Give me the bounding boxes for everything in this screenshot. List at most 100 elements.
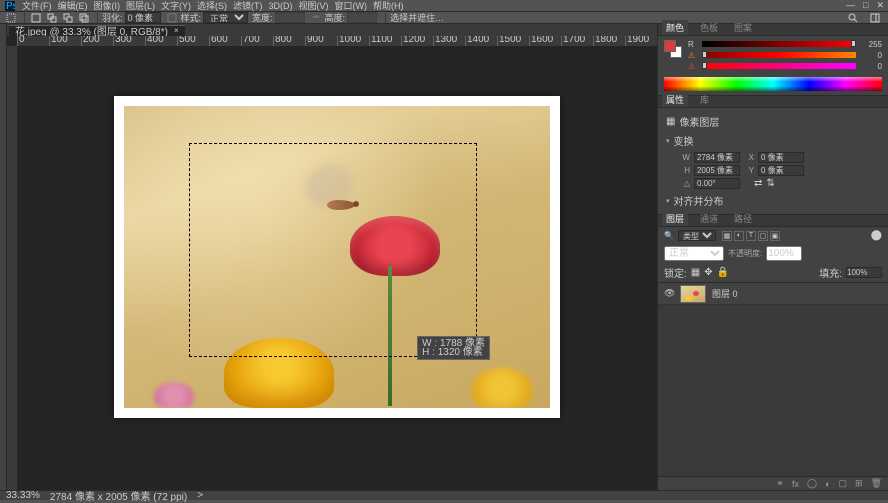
new-selection-icon[interactable] xyxy=(29,12,43,23)
lock-position-icon[interactable]: ✥ xyxy=(704,267,712,278)
color-swatches[interactable] xyxy=(664,40,682,58)
color-panel: R255 ⚠0 ⚠0 xyxy=(658,36,888,96)
pixel-layer-heading: ▦像素图层 xyxy=(666,112,880,131)
group-icon[interactable]: ▢ xyxy=(839,478,848,489)
current-tool-icon[interactable] xyxy=(4,12,18,23)
subtract-selection-icon[interactable] xyxy=(61,12,75,23)
ruler-horizontal[interactable]: 0100200300400500600700800900100011001200… xyxy=(17,36,657,46)
filter-pixel-icon[interactable]: ▦ xyxy=(722,231,732,241)
layers-list[interactable]: 👁 图层 0 xyxy=(658,283,888,476)
menu-select[interactable]: 选择(S) xyxy=(197,0,227,12)
blend-mode-select[interactable]: 正常 xyxy=(664,246,724,261)
filter-text-icon[interactable]: T xyxy=(746,231,756,241)
align-heading[interactable]: ▾对齐并分布 xyxy=(666,191,880,210)
delete-icon[interactable]: 🗑 xyxy=(871,478,882,489)
b-value[interactable]: 0 xyxy=(860,62,882,71)
properties-panel-tabs: 属性 库 xyxy=(658,96,888,108)
mask-icon[interactable]: ◯ xyxy=(807,478,817,489)
filter-toggle[interactable]: ⬤ xyxy=(871,230,882,241)
select-and-mask-button[interactable]: 选择并遮住… xyxy=(390,11,444,24)
search-icon[interactable] xyxy=(846,12,860,23)
tab-paths[interactable]: 路径 xyxy=(730,211,756,226)
layers-bottom-bar: ⚭ fx ◯ ◐ ▢ ⊞ 🗑 xyxy=(658,476,888,490)
angle-input[interactable] xyxy=(694,178,740,189)
maximize-button[interactable]: □ xyxy=(863,0,868,11)
yellow-flower-graphic xyxy=(224,338,334,408)
artboard[interactable]: W : 1788 像素 H : 1320 像素 xyxy=(114,96,560,418)
r-label: R xyxy=(688,40,698,49)
tab-close-icon[interactable]: × xyxy=(174,26,179,35)
image-content xyxy=(124,106,550,408)
prop-w-input[interactable] xyxy=(694,152,740,163)
right-panels: 颜色 色板 图案 R255 ⚠0 ⚠0 属性 库 ▦像素图层 ▾变换 xyxy=(657,24,888,490)
filter-adjust-icon[interactable]: ◐ xyxy=(734,231,744,241)
prop-x-label: X xyxy=(744,153,754,162)
foreground-swatch[interactable] xyxy=(664,40,676,52)
fill-label: 填充: xyxy=(819,265,842,280)
layer-thumbnail[interactable] xyxy=(680,285,706,303)
tab-properties[interactable]: 属性 xyxy=(662,92,688,107)
g-value[interactable]: 0 xyxy=(860,51,882,60)
prop-w-label: W xyxy=(680,153,690,162)
hue-strip[interactable] xyxy=(664,77,882,91)
link-icon[interactable] xyxy=(309,12,323,23)
tab-libraries[interactable]: 库 xyxy=(696,92,713,107)
tab-channels[interactable]: 通道 xyxy=(696,211,722,226)
prop-x-input[interactable] xyxy=(758,152,804,163)
intersect-selection-icon[interactable] xyxy=(77,12,91,23)
zoom-value[interactable]: 33.33% xyxy=(6,490,40,501)
workspace-icon[interactable] xyxy=(868,12,882,23)
link-layers-icon[interactable]: ⚭ xyxy=(776,478,784,489)
tab-swatches[interactable]: 色板 xyxy=(696,20,722,35)
tab-color[interactable]: 颜色 xyxy=(662,20,688,35)
opacity-input[interactable] xyxy=(766,246,802,261)
document-tab[interactable]: 花.jpeg @ 33.3% (图层 0, RGB/8*) × xyxy=(9,25,185,36)
filter-shape-icon[interactable]: ▢ xyxy=(758,231,768,241)
menu-file[interactable]: 文件(F) xyxy=(22,0,52,12)
close-button[interactable]: ✕ xyxy=(876,0,884,11)
flip-h-icon[interactable]: ⇄ xyxy=(754,178,762,189)
ruler-vertical[interactable] xyxy=(7,46,17,490)
filter-kind-select[interactable]: 类型 xyxy=(678,230,716,241)
adjust-layer-icon[interactable]: ◐ xyxy=(825,479,830,489)
filter-icon[interactable]: 🔍 xyxy=(664,231,674,240)
fill-input[interactable] xyxy=(846,267,882,278)
feather-input[interactable] xyxy=(125,12,161,23)
minimize-button[interactable]: — xyxy=(846,0,855,11)
layer-name[interactable]: 图层 0 xyxy=(712,287,738,300)
tab-layers[interactable]: 图层 xyxy=(662,211,688,226)
layers-panel: 🔍 类型 ▦ ◐ T ▢ ▣ ⬤ 正常 不透明度: 锁定: ▦ ✥ xyxy=(658,227,888,490)
menu-3d[interactable]: 3D(D) xyxy=(269,1,293,11)
antialias-checkbox[interactable] xyxy=(165,12,179,23)
layer-filter-buttons: ▦ ◐ T ▢ ▣ xyxy=(722,231,780,241)
menu-layer[interactable]: 图层(L) xyxy=(126,0,155,12)
yellow-flower2-graphic xyxy=(472,368,532,408)
filter-smart-icon[interactable]: ▣ xyxy=(770,231,780,241)
lock-label: 锁定: xyxy=(664,265,687,280)
transform-heading[interactable]: ▾变换 xyxy=(666,131,880,150)
b-slider[interactable] xyxy=(702,63,856,69)
r-slider[interactable] xyxy=(702,41,856,47)
flip-v-icon[interactable]: ⇅ xyxy=(766,178,774,189)
prop-h-input[interactable] xyxy=(694,165,740,176)
layer-item[interactable]: 👁 图层 0 xyxy=(658,283,888,305)
prop-y-label: Y xyxy=(744,166,754,175)
color-panel-tabs: 颜色 色板 图案 xyxy=(658,24,888,36)
g-slider[interactable] xyxy=(702,52,856,58)
fx-icon[interactable]: fx xyxy=(792,479,799,489)
add-selection-icon[interactable] xyxy=(45,12,59,23)
prop-y-input[interactable] xyxy=(758,165,804,176)
r-value[interactable]: 255 xyxy=(860,40,882,49)
visibility-icon[interactable]: 👁 xyxy=(664,288,674,299)
svg-text:Ps: Ps xyxy=(6,1,15,11)
canvas-area[interactable]: W : 1788 像素 H : 1320 像素 xyxy=(17,46,657,490)
tools-panel[interactable] xyxy=(0,24,7,490)
new-layer-icon[interactable]: ⊞ xyxy=(855,478,863,489)
menu-edit[interactable]: 编辑(E) xyxy=(58,0,88,12)
style-select[interactable]: 正常 xyxy=(203,12,248,23)
tab-patterns[interactable]: 图案 xyxy=(730,20,756,35)
status-arrow-icon[interactable]: > xyxy=(197,490,203,501)
lock-all-icon[interactable]: 🔒 xyxy=(717,267,729,278)
selection-dimensions-badge: W : 1788 像素 H : 1320 像素 xyxy=(417,336,490,360)
lock-pixels-icon[interactable]: ▦ xyxy=(691,267,700,278)
